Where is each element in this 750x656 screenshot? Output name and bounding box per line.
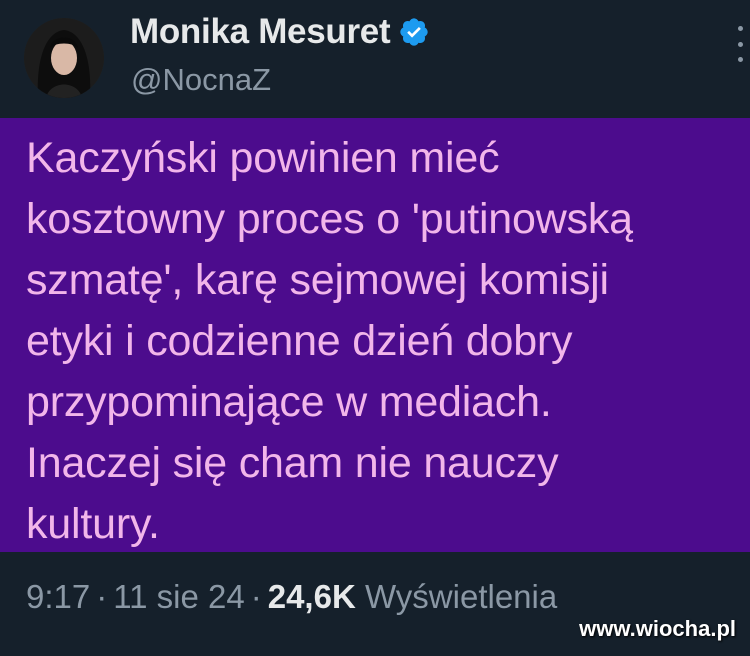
more-dot	[738, 26, 743, 31]
views-label: Wyświetlenia	[364, 578, 558, 615]
separator: ·	[96, 578, 108, 615]
tweet-text-card: Kaczyński powinien mieć kosztowny proces…	[0, 118, 750, 552]
views-count[interactable]: 24,6K	[268, 578, 356, 615]
verified-badge-icon	[398, 16, 430, 48]
tweet-date[interactable]: 11 sie 24	[113, 578, 244, 615]
tweet-line: etyki i codzienne dzień dobry	[26, 317, 573, 365]
tweet-header: Monika Mesuret @NocnaZ	[0, 0, 750, 118]
tweet-footer: 9:17 · 11 sie 24 · 24,6K Wyświetlenia www.wi…	[0, 552, 750, 656]
author-handle[interactable]: @NocnaZ	[131, 62, 271, 98]
more-options-icon[interactable]	[738, 26, 744, 62]
tweet-line: kultury.	[26, 500, 160, 548]
separator: ·	[250, 578, 262, 615]
tweet-line: Inaczej się cham nie nauczy	[26, 439, 559, 487]
watermark: www.wiocha.pl	[579, 616, 736, 641]
more-dot	[738, 57, 743, 62]
more-dot	[738, 41, 743, 47]
author-name[interactable]: Monika Mesuret	[130, 12, 391, 52]
tweet-meta: 9:17 · 11 sie 24 · 24,6K Wyświetlenia	[26, 578, 557, 616]
tweet-time[interactable]: 9:17	[26, 578, 90, 615]
tweet-line: przypominające w mediach.	[26, 378, 552, 426]
avatar-image	[24, 18, 104, 98]
tweet-line: Kaczyński powinien mieć	[26, 134, 500, 182]
avatar[interactable]	[24, 18, 104, 98]
tweet-text: Kaczyński powinien mieć kosztowny proces…	[26, 128, 736, 555]
author-name-row: Monika Mesuret	[130, 12, 430, 52]
tweet-line: kosztowny proces o 'putinowską	[26, 195, 633, 243]
tweet-line: szmatę', karę sejmowej komisji	[26, 256, 609, 304]
